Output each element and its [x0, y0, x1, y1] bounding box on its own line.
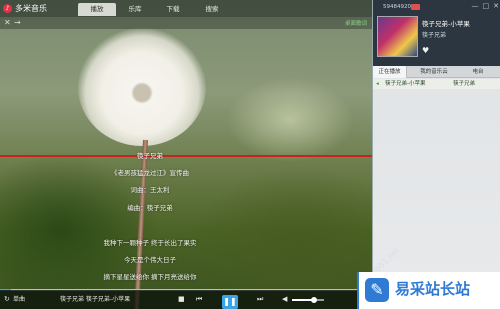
artist-name[interactable]: 筷子兄弟	[422, 30, 446, 39]
previous-icon[interactable]: ⏮	[196, 294, 202, 305]
dandelion-image	[78, 28, 206, 146]
next-icon[interactable]: ⏭	[257, 294, 263, 305]
volume-slider[interactable]	[292, 297, 324, 303]
heart-icon[interactable]: ♥	[422, 46, 429, 55]
tab-download[interactable]: 下载	[154, 3, 192, 16]
tab-my-music-cloud[interactable]: 我的音乐云	[409, 66, 459, 78]
lyric-line: 词曲：王太利	[130, 186, 170, 194]
arrow-right-icon[interactable]: →	[14, 18, 21, 28]
lyric-line: 我种下一颗种子 终于长出了果实	[103, 239, 197, 247]
close-icon[interactable]: ✕	[493, 2, 499, 10]
repeat-icon[interactable]: ↻	[4, 294, 10, 305]
toolbar: ✕ → 桌面歌词	[0, 17, 372, 29]
song-title: 筷子兄弟-小苹果	[422, 20, 470, 28]
user-id[interactable]: 594849201	[383, 4, 415, 10]
volume-icon[interactable]: ◀	[282, 294, 287, 305]
title-bar: ♪ 多米音乐 播放 乐库 下载 搜索	[0, 0, 372, 17]
watermark-banner: ✎ 易采站长站	[357, 272, 500, 309]
app-title: 多米音乐	[15, 4, 47, 13]
duomi-logo-icon: ♪	[3, 4, 12, 13]
playlist-row[interactable]: ◂ 筷子兄弟-小苹果 筷子兄弟	[373, 79, 500, 89]
site-logo-icon: ✎	[365, 278, 389, 302]
app-logo: ♪ 多米音乐	[3, 3, 47, 14]
lyric-line: 《老男孩猛龙过江》宣传曲	[111, 169, 189, 177]
tab-play[interactable]: 播放	[78, 3, 116, 16]
tab-library[interactable]: 乐库	[116, 3, 154, 16]
window-controls: — □ ✕	[472, 2, 500, 10]
lyric-line: 筷子兄弟	[137, 152, 163, 160]
restore-icon[interactable]: □	[483, 2, 490, 10]
play-mode-label[interactable]: 单曲	[13, 294, 25, 305]
tab-now-playing[interactable]: 正在播放	[373, 66, 407, 78]
desktop-lyrics-toggle[interactable]: 桌面歌词	[345, 19, 367, 27]
dandelion-stem	[134, 139, 148, 309]
right-tabs: 正在播放 我的音乐云 电台	[373, 66, 500, 78]
playlist-artist: 筷子兄弟	[453, 81, 476, 87]
mail-icon[interactable]	[411, 4, 420, 10]
lyric-line: 今天是个伟大日子	[124, 256, 176, 264]
shuffle-icon[interactable]: ✕	[4, 18, 11, 28]
lyric-line: 摘下星星送给你 摘下月亮送给你	[103, 273, 197, 281]
tab-search[interactable]: 搜索	[193, 3, 231, 16]
tab-radio[interactable]: 电台	[463, 66, 493, 78]
lyric-line: 编曲：筷子兄弟	[127, 204, 173, 212]
site-name: 易采站长站	[395, 280, 471, 298]
now-playing-header: 594849201 — □ ✕ 筷子兄弟-小苹果 筷子兄弟 ♥	[373, 0, 500, 66]
stop-icon[interactable]: ■	[178, 294, 185, 305]
right-panel: 594849201 — □ ✕ 筷子兄弟-小苹果 筷子兄弟 ♥ 正在播放 我的音…	[372, 0, 500, 309]
playlist-song: 筷子兄弟-小苹果	[385, 81, 426, 87]
pause-button[interactable]: ❚❚	[222, 295, 238, 309]
now-playing-label: 筷子兄弟 筷子兄弟-小苹果	[60, 296, 131, 303]
minimize-icon[interactable]: —	[472, 2, 479, 10]
music-player-window: ♪ 多米音乐 播放 乐库 下载 搜索 ✕ → 桌面歌词 筷子兄弟 《老男孩猛龙过…	[0, 0, 500, 309]
album-cover[interactable]	[377, 16, 418, 57]
playing-indicator-icon: ◂	[376, 81, 379, 87]
